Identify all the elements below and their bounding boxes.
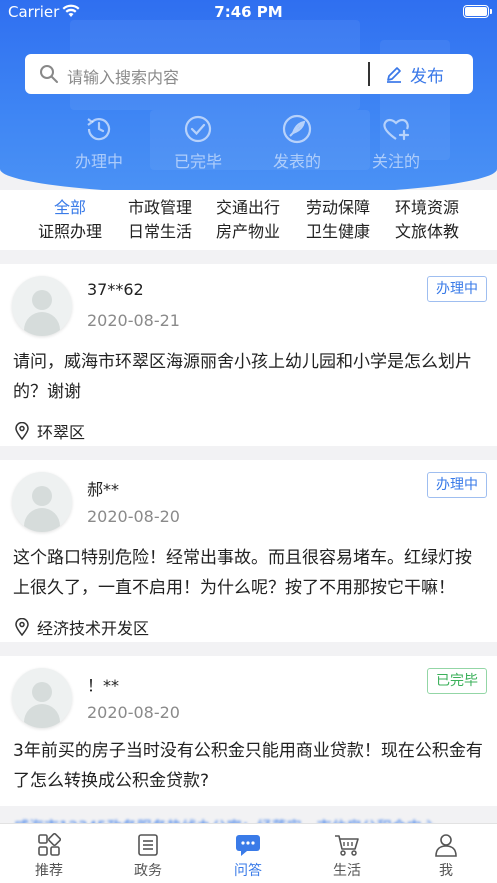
post-username: 郝** [87, 480, 120, 499]
status-bar: Carrier 7:46 PM [0, 0, 497, 24]
category-all[interactable]: 全部 [20, 194, 120, 218]
tab-label: 推荐 [35, 863, 63, 879]
category-daily-life[interactable]: 日常生活 [110, 218, 210, 242]
post-location: 环翠区 [15, 419, 85, 443]
quick-action-followed[interactable]: 关注的 [356, 112, 436, 172]
avatar [12, 276, 72, 336]
bottom-tab-bar: 推荐 政务 问答 生活 我 [0, 823, 497, 883]
category-municipal[interactable]: 市政管理 [110, 194, 210, 218]
grid-icon [9, 832, 89, 858]
publish-button[interactable]: 发布 [385, 54, 471, 94]
avatar [12, 472, 72, 532]
tab-life[interactable]: 生活 [307, 832, 387, 880]
quick-action-label: 发表的 [272, 152, 321, 171]
tab-label: 问答 [234, 863, 262, 879]
tab-qa[interactable]: 问答 [208, 832, 288, 880]
post-card[interactable]: 郝** 2020-08-20 办理中 这个路口特别危险！经常出事故。而且很容易堵… [0, 460, 497, 642]
category-labor[interactable]: 劳动保障 [288, 194, 388, 218]
status-badge: 已完毕 [427, 668, 487, 694]
quick-action-label: 已完毕 [173, 152, 222, 171]
quick-action-processing[interactable]: 办理中 [59, 112, 139, 172]
search-bar[interactable]: 请输入搜索内容 发布 [25, 54, 473, 94]
status-time: 7:46 PM [214, 3, 283, 21]
person-icon [406, 832, 486, 858]
history-clock-icon [59, 112, 139, 146]
location-label: 经济技术开发区 [37, 619, 150, 638]
search-divider [368, 62, 370, 86]
search-input[interactable]: 请输入搜索内容 [67, 64, 179, 88]
location-label: 环翠区 [37, 423, 86, 442]
location-pin-icon [15, 618, 29, 636]
quick-action-label: 办理中 [74, 152, 123, 171]
category-license[interactable]: 证照办理 [20, 218, 120, 242]
tab-label: 我 [439, 863, 453, 879]
post-date: 2020-08-21 [87, 311, 180, 330]
post-content: 请问，威海市环翠区海源丽舍小孩上幼儿园和小学是怎么划片的？谢谢 [13, 352, 472, 402]
check-circle-icon [158, 112, 238, 146]
quick-action-published[interactable]: 发表的 [257, 112, 337, 172]
tab-label: 政务 [134, 863, 162, 879]
post-content: 这个路口特别危险！经常出事故。而且很容易堵车。红绿灯按上很久了，一直不启用！为什… [13, 548, 472, 598]
post-location: 经济技术开发区 [15, 615, 149, 639]
category-filter: 全部 市政管理 交通出行 劳动保障 环境资源 证照办理 日常生活 房产物业 卫生… [0, 190, 497, 250]
battery-icon [463, 5, 492, 18]
post-card[interactable]: 37**62 2020-08-21 办理中 请问，威海市环翠区海源丽舍小孩上幼儿… [0, 264, 497, 446]
feather-pen-icon [257, 112, 337, 146]
tab-label: 生活 [333, 863, 361, 879]
publish-label: 发布 [410, 66, 444, 87]
edit-pen-icon [387, 67, 401, 83]
category-property[interactable]: 房产物业 [198, 218, 298, 242]
post-username: 37**62 [87, 280, 144, 299]
post-username: ！** [87, 676, 120, 695]
quick-action-label: 关注的 [371, 152, 420, 171]
avatar [12, 668, 72, 728]
heart-plus-icon [356, 112, 436, 146]
header-banner: Carrier 7:46 PM 请输入搜索内容 发布 办理中 已完毕 发表的 关… [0, 0, 497, 195]
post-content: 3年前买的房子当时没有公积金只能用商业贷款！现在公积金有了怎么转换成公积金贷款? [13, 741, 483, 791]
post-date: 2020-08-20 [87, 507, 180, 526]
tab-government[interactable]: 政务 [108, 832, 188, 880]
post-card[interactable]: ！** 2020-08-20 已完毕 3年前买的房子当时没有公积金只能用商业贷款… [0, 656, 497, 806]
search-icon [39, 64, 59, 88]
document-list-icon [108, 832, 188, 858]
quick-action-done[interactable]: 已完毕 [158, 112, 238, 172]
tab-me[interactable]: 我 [406, 832, 486, 880]
category-health[interactable]: 卫生健康 [288, 218, 388, 242]
tab-recommend[interactable]: 推荐 [9, 832, 89, 880]
chat-bubble-icon [208, 832, 288, 858]
category-culture-sports[interactable]: 文旅体教 [377, 218, 477, 242]
category-traffic[interactable]: 交通出行 [198, 194, 298, 218]
status-badge: 办理中 [427, 276, 487, 302]
category-environment[interactable]: 环境资源 [377, 194, 477, 218]
location-pin-icon [15, 422, 29, 440]
post-date: 2020-08-20 [87, 703, 180, 722]
status-badge: 办理中 [427, 472, 487, 498]
shopping-cart-icon [307, 832, 387, 858]
